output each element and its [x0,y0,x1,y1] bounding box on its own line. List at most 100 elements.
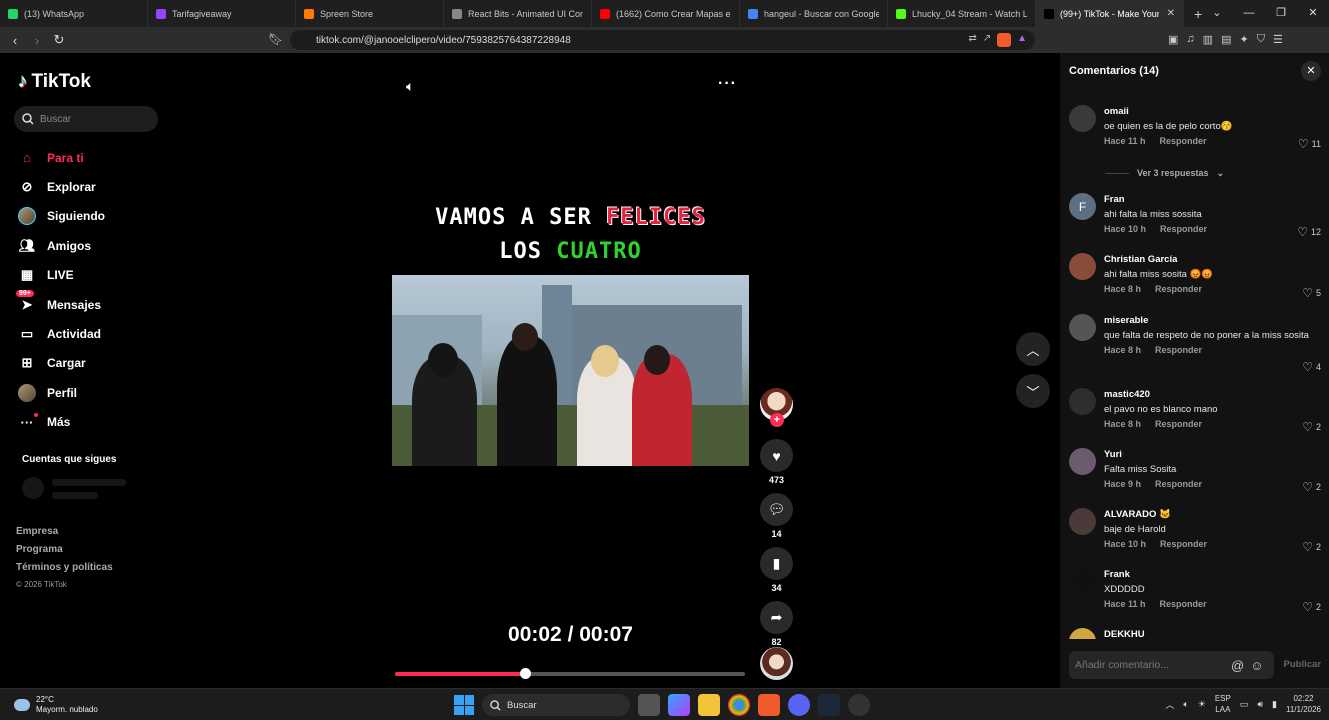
view-replies-button[interactable]: Ver 3 respuestas ⌄ [1060,159,1329,187]
chevron-down-icon[interactable]: ⌄ [1201,0,1233,27]
comment-avatar[interactable] [1069,507,1096,535]
battery-icon[interactable]: ▮ [1272,699,1277,710]
comment-username[interactable]: Frank [1104,562,1321,580]
brightness-icon[interactable]: ☀ [1198,699,1206,710]
reply-button[interactable]: Responder [1160,599,1207,609]
clock[interactable]: 02:22 11/1/2026 [1286,693,1321,715]
forward-button[interactable]: › [26,33,48,48]
url-field[interactable]: tiktok.com/@janooelclipero/video/7593825… [290,30,1035,50]
browser-tab[interactable]: Spreen Store [296,0,444,27]
share-icon[interactable]: ↗ [983,33,991,47]
footer-link-programa[interactable]: Programa [16,544,113,562]
sidebar-item-amigos[interactable]: 👥︎ Amigos [18,231,105,260]
sidebar-item-más[interactable]: ··· Más [18,408,105,437]
minimize-button[interactable]: — [1233,0,1265,27]
reply-button[interactable]: Responder [1160,136,1207,146]
next-video-button[interactable]: ﹀ [1016,374,1050,408]
reply-button[interactable]: Responder [1155,345,1202,355]
previous-video-button[interactable]: ︿ [1016,332,1050,366]
tiktok-logo[interactable]: ♪ TikTok [18,71,91,93]
music-disc-avatar[interactable] [760,647,793,680]
vpn-icon[interactable]: ⛉ [1257,33,1265,46]
comment-like-button[interactable]: ♡ 11 [1298,137,1321,151]
volume-icon[interactable]: 🔊︎ [1257,699,1263,710]
progress-knob[interactable] [519,668,531,679]
progress-bar[interactable] [395,668,745,679]
browser-tab[interactable]: (13) WhatsApp [0,0,148,27]
task-view-icon[interactable] [638,694,660,716]
comment-like-button[interactable]: ♡ 2 [1302,540,1321,554]
search-box[interactable] [14,106,158,132]
taskbar-search[interactable]: Buscar [482,694,630,716]
browser-tab[interactable]: React Bits - Animated UI Comp [444,0,592,27]
footer-link-empresa[interactable]: Empresa [16,526,113,544]
reply-button[interactable]: Responder [1155,419,1202,429]
sidebar-item-mensajes[interactable]: ➤ 99+ Mensajes [16,289,105,319]
comment-username[interactable]: Christian García [1104,247,1321,265]
comments-list[interactable]: omaii oe quien es la de pelo corto😚 Hace 1… [1060,99,1329,639]
comment-username[interactable]: Fran [1104,187,1321,205]
comment-avatar[interactable] [1069,568,1096,596]
comment-like-button[interactable]: ♡ 2 [1302,480,1321,494]
steam-icon[interactable] [818,694,840,716]
browser-tab[interactable]: (1662) Como Crear Mapas en F [592,0,740,27]
comment-avatar[interactable] [1069,447,1096,475]
volume-icon[interactable]: 🔈︎ [406,78,414,95]
file-explorer-icon[interactable] [698,694,720,716]
share-button[interactable]: ➦ [760,601,793,634]
brave-icon[interactable] [758,694,780,716]
comment-like-button[interactable]: ♡ 12 [1297,225,1321,239]
comment-username[interactable]: mastic420 [1104,382,1321,400]
sidebar-item-para-ti[interactable]: ⌂ Para ti [18,143,105,172]
sidebar-icon[interactable]: ▥ [1203,33,1213,46]
ai-icon[interactable]: ✦ [1239,33,1248,46]
sidebar-item-siguiendo[interactable]: Siguiendo [18,202,105,231]
reply-button[interactable]: Responder [1155,284,1202,294]
comment-username[interactable]: omaii [1104,99,1321,117]
sidebar-item-actividad[interactable]: ▭ Actividad [18,319,105,348]
search-input[interactable] [40,113,150,125]
weather-widget[interactable]: 22°C Mayorm. nublado [14,695,98,715]
reply-button[interactable]: Responder [1155,479,1202,489]
chrome-icon[interactable] [728,694,750,716]
browser-tab[interactable]: Tarifagiveaway [148,0,296,27]
comment-like-button[interactable]: ♡ 2 [1302,600,1321,614]
translate-icon[interactable]: ⇄ [968,33,976,47]
brave-shield-icon[interactable] [997,33,1012,47]
comment-input-box[interactable]: @ ☺ [1069,651,1274,679]
sidebar-item-explorar[interactable]: ⊘ Explorar [18,172,105,201]
browser-tab[interactable]: (99+) TikTok - Make Your D ✕ [1036,0,1184,27]
comment-like-button[interactable]: ♡ 2 [1302,420,1321,434]
more-options-icon[interactable]: ··· [718,75,737,93]
browser-tab[interactable]: hangeul - Buscar con Google [740,0,888,27]
music-icon[interactable]: ♫ [1186,33,1194,46]
discord-icon[interactable] [788,694,810,716]
comment-avatar[interactable] [1069,105,1096,132]
screenshot-icon[interactable]: ▣ [1168,33,1178,46]
reply-button[interactable]: Responder [1160,539,1207,549]
bookmark-icon[interactable]: 🔖︎ [268,32,283,46]
save-button[interactable]: ▮ [760,547,793,580]
back-button[interactable]: ‹ [4,33,26,48]
wallet-icon[interactable]: ▤ [1221,33,1231,46]
brave-rewards-icon[interactable]: ▲ [1017,33,1027,47]
restore-button[interactable]: ❐ [1265,0,1297,27]
language-indicator[interactable]: ESP LAA [1215,693,1231,715]
comment-button[interactable]: 💬︎ [760,493,793,526]
copilot-icon[interactable] [668,694,690,716]
comment-like-button[interactable]: ♡ 5 [1302,286,1321,300]
comment-username[interactable]: ALVARADO 🐱 [1104,502,1321,520]
windows-start-icon[interactable] [454,695,474,715]
speaker-icon[interactable]: 🔈︎ [1183,699,1188,710]
follow-plus-icon[interactable]: + [770,413,784,427]
comment-username[interactable]: DEKKHU [1104,622,1321,639]
mention-icon[interactable]: @ [1231,658,1244,673]
comment-input[interactable] [1075,659,1225,671]
chevron-up-icon[interactable]: ︿ [1165,698,1174,711]
video-player[interactable]: 🔈︎ ··· VAMOS A SER FELICES LOS CUATRO 00… [170,53,1060,688]
app-icon[interactable] [848,694,870,716]
sidebar-item-cargar[interactable]: ⊞ Cargar [18,349,105,378]
sidebar-item-perfil[interactable]: Perfil [18,378,105,407]
emoji-icon[interactable]: ☺ [1250,658,1263,673]
creator-avatar[interactable]: + [760,388,793,427]
